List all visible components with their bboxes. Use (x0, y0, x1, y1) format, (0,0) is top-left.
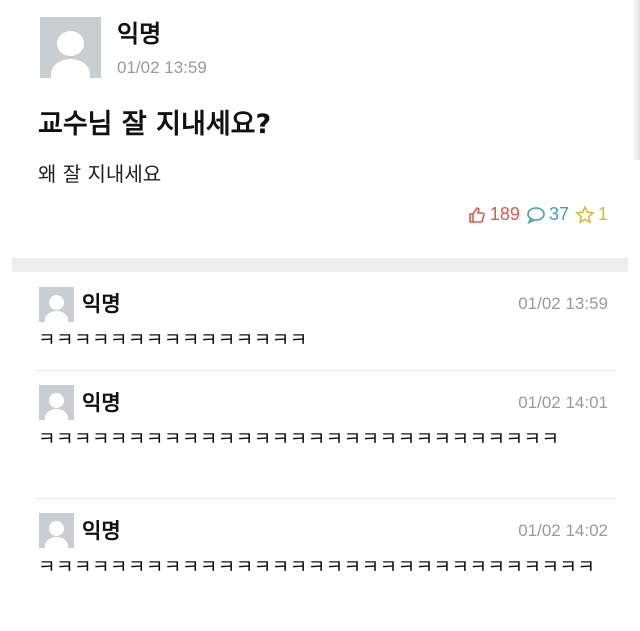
comment-time: 01/02 14:02 (518, 521, 608, 540)
star-icon (575, 204, 595, 225)
avatar-head (49, 393, 64, 408)
avatar-head (49, 295, 64, 310)
comment-time: 01/02 14:01 (518, 393, 608, 412)
comment-count-label: 37 (548, 204, 569, 224)
scrap-count-label: 1 (597, 204, 608, 224)
comment-author[interactable]: 익명 (82, 515, 121, 545)
comment-item: 익명 01/02 13:59 ㅋㅋㅋㅋㅋㅋㅋㅋㅋㅋㅋㅋㅋㅋㅋ (0, 272, 640, 370)
comment-text: ㅋㅋㅋㅋㅋㅋㅋㅋㅋㅋㅋㅋㅋㅋㅋㅋㅋㅋㅋㅋㅋㅋㅋㅋㅋㅋㅋㅋㅋㅋㅋ (38, 556, 596, 578)
comment-text: ㅋㅋㅋㅋㅋㅋㅋㅋㅋㅋㅋㅋㅋㅋㅋ (38, 329, 308, 351)
section-divider (12, 258, 628, 272)
scrap-count[interactable]: 1 (575, 204, 608, 225)
comment-author[interactable]: 익명 (82, 387, 121, 417)
comment-item: 익명 01/02 14:01 ㅋㅋㅋㅋㅋㅋㅋㅋㅋㅋㅋㅋㅋㅋㅋㅋㅋㅋㅋㅋㅋㅋㅋㅋㅋ… (0, 371, 640, 498)
comment-avatar-icon (39, 385, 74, 420)
avatar-body (45, 537, 68, 548)
thumbs-up-icon (467, 205, 487, 225)
avatar-head (49, 521, 64, 536)
post-author[interactable]: 익명 (117, 14, 161, 49)
post-body: 왜 잘 지내세요 (38, 162, 162, 186)
comment-count[interactable]: 37 (526, 204, 569, 225)
like-count[interactable]: 189 (467, 204, 520, 225)
post-stats: 189 37 1 (467, 204, 608, 225)
post-time: 01/02 13:59 (117, 58, 207, 77)
avatar-head (57, 31, 84, 56)
comment-time: 01/02 13:59 (518, 294, 608, 313)
avatar-body (51, 59, 90, 78)
avatar-body (45, 409, 68, 420)
comment-avatar-icon (39, 287, 74, 322)
comment-avatar-icon (39, 513, 74, 548)
like-count-label: 189 (489, 204, 520, 224)
avatar-body (45, 311, 68, 322)
comment-item: 익명 01/02 14:02 ㅋㅋㅋㅋㅋㅋㅋㅋㅋㅋㅋㅋㅋㅋㅋㅋㅋㅋㅋㅋㅋㅋㅋㅋㅋ… (0, 499, 640, 631)
post-title: 교수님 잘 지내세요? (38, 109, 272, 140)
page-edge-shadow (632, 0, 640, 160)
comment-author[interactable]: 익명 (82, 288, 121, 318)
comment-text: ㅋㅋㅋㅋㅋㅋㅋㅋㅋㅋㅋㅋㅋㅋㅋㅋㅋㅋㅋㅋㅋㅋㅋㅋㅋㅋㅋㅋㅋ (38, 428, 560, 450)
post-card: 익명 01/02 13:59 교수님 잘 지내세요? 왜 잘 지내세요 189 … (0, 0, 640, 258)
post-avatar-icon (40, 17, 101, 78)
speech-bubble-icon (526, 205, 546, 225)
